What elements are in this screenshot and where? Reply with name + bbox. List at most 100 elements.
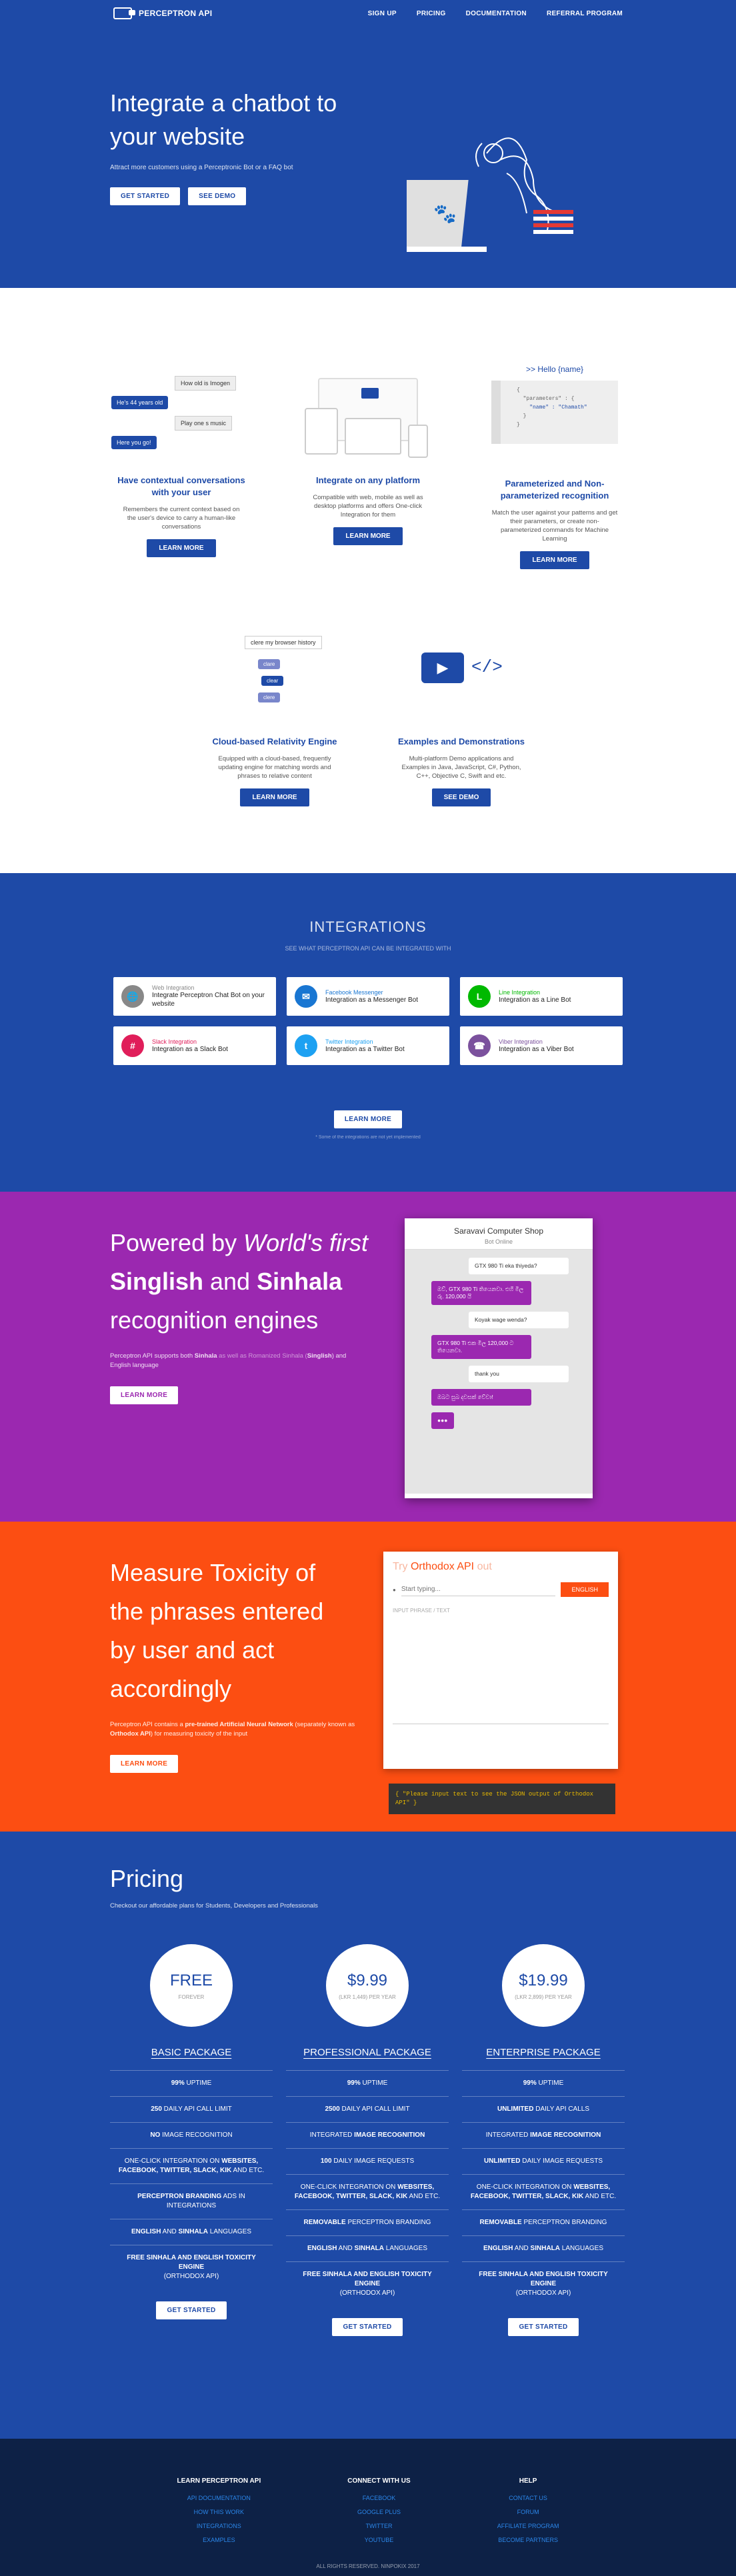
get-started-button[interactable]: GET STARTED xyxy=(332,2318,403,2336)
plan-0: FREE FOREVER BASIC PACKAGE 99% UPTIME 250 DA… xyxy=(110,1944,273,2336)
plan-price: FREE xyxy=(169,1971,213,1989)
integrations-section: INTEGRATIONS SEE WHAT PERCEPTRON API CAN… xyxy=(0,873,736,1192)
singlish-learn-more-button[interactable]: LEARN MORE xyxy=(110,1386,179,1404)
chat-answer-1: He's 44 years old xyxy=(111,396,169,409)
footer-link[interactable]: CONTACT US xyxy=(497,2491,559,2505)
learn-more-button[interactable]: LEARN MORE xyxy=(520,551,589,569)
price-circle: $9.99 (LKR 1,449) PER YEAR xyxy=(326,1944,409,2027)
copyright: ALL RIGHTS RESERVED. NINPOKIX 2017 xyxy=(316,2563,420,2569)
language-button[interactable]: ENGLISH xyxy=(561,1582,609,1597)
footer-link[interactable]: EXAMPLES xyxy=(177,2533,261,2547)
feature-desc: Remembers the current context based on t… xyxy=(123,506,240,531)
plan-feature: ONE-CLICK INTEGRATION ON WEBSITES, FACEB… xyxy=(110,2148,273,2183)
integration-card[interactable]: t Twitter Integration Integration as a Twi… xyxy=(287,1026,449,1065)
see-demo-button[interactable]: SEE DEMO xyxy=(431,788,491,806)
integration-name: Web Integration xyxy=(152,984,195,991)
integration-card[interactable]: ☎ Viber Integration Integration as a Viber… xyxy=(460,1026,623,1065)
phrase-textarea[interactable] xyxy=(393,1624,609,1724)
plan-feature: PERCEPTRON BRANDING ADS IN INTEGRATIONS xyxy=(110,2183,273,2219)
integration-desc: Integrate Perceptron Chat Bot on your we… xyxy=(152,992,265,1008)
plan-feature: 99% UPTIME xyxy=(462,2070,625,2096)
footer-link[interactable]: YOUTUBE xyxy=(347,2533,410,2547)
get-started-button[interactable]: GET STARTED xyxy=(110,187,181,205)
footer-col: LEARN PERCEPTRON API API DOCUMENTATION HOW… xyxy=(177,2477,261,2547)
integration-name: Slack Integration xyxy=(152,1038,197,1045)
footer-columns: LEARN PERCEPTRON API API DOCUMENTATION HOW… xyxy=(0,2477,736,2547)
price-circle: FREE FOREVER xyxy=(150,1944,233,2027)
typing-indicator: ●●● xyxy=(431,1412,454,1429)
feature-desc: Multi-platform Demo applications and Exa… xyxy=(401,755,521,780)
integrations-learn-more-button[interactable]: LEARN MORE xyxy=(333,1110,403,1128)
plan-feature: INTEGRATED IMAGE RECOGNITION xyxy=(286,2122,449,2148)
integrations-note: * Some of the integrations are not yet i… xyxy=(315,1135,421,1140)
integration-card[interactable]: ✉ Facebook Messenger Integration as a Mess… xyxy=(287,977,449,1016)
pricing-plans: FREE FOREVER BASIC PACKAGE 99% UPTIME 250 DA… xyxy=(110,1944,736,2336)
plan-feature: FREE SINHALA AND ENGLISH TOXICITY ENGINE… xyxy=(462,2261,625,2306)
pricing-subtitle: Checkout our affordable plans for Studen… xyxy=(110,1902,318,1910)
footer-link[interactable]: GOOGLE PLUS xyxy=(347,2505,410,2519)
pricing-section: Pricing Checkout our affordable plans fo… xyxy=(0,1832,736,2439)
footer-link[interactable]: FACEBOOK xyxy=(347,2491,410,2505)
try-orthodox-panel: Try Orthodox API out ● ENGLISH INPUT PHR… xyxy=(383,1552,618,1769)
bot-message: ඔබට සුබ දවසක් වේවා! xyxy=(431,1389,531,1406)
get-started-button[interactable]: GET STARTED xyxy=(508,2318,579,2336)
nav-pricing[interactable]: PRICING xyxy=(417,10,446,17)
integration-card[interactable]: L Line Integration Integration as a Line B… xyxy=(460,977,623,1016)
feature-title: Cloud-based Relativity Engine xyxy=(212,736,337,746)
nav-referral[interactable]: REFERRAL PROGRAM xyxy=(547,10,623,17)
integration-desc: Integration as a Messenger Bot xyxy=(325,996,418,1004)
feature-title: Have contextual conversations with your … xyxy=(117,475,245,497)
nav-signup[interactable]: SIGN UP xyxy=(368,10,397,17)
see-demo-button[interactable]: SEE DEMO xyxy=(188,187,247,205)
plan-period: (LKR 2,899) PER YEAR xyxy=(515,1993,572,2000)
integration-card[interactable]: 🌐 Web Integration Integrate Perceptron Cha… xyxy=(113,977,276,1016)
chat-phone-mockup: Saravavi Computer Shop Bot Online GTX 980… xyxy=(405,1218,593,1498)
get-started-button[interactable]: GET STARTED xyxy=(156,2301,227,2319)
plan-2: $19.99 (LKR 2,899) PER YEAR ENTERPRISE PAC… xyxy=(462,1944,625,2336)
integrations-title: INTEGRATIONS xyxy=(309,918,427,935)
toxicity-learn-more-button[interactable]: LEARN MORE xyxy=(110,1755,179,1773)
plan-feature: ENGLISH AND SINHALA LANGUAGES xyxy=(462,2235,625,2261)
nav-links: SIGN UP PRICING DOCUMENTATION REFERRAL P… xyxy=(368,10,623,17)
plan-1: $9.99 (LKR 1,449) PER YEAR PROFESSIONAL PA… xyxy=(286,1944,449,2336)
pricing-title: Pricing xyxy=(110,1865,184,1892)
footer-link[interactable]: HOW THIS WORK xyxy=(177,2505,261,2519)
footer-col-title: CONNECT WITH US xyxy=(347,2477,411,2485)
footer-link[interactable]: API DOCUMENTATION xyxy=(177,2491,261,2505)
shop-name: Saravavi Computer Shop xyxy=(453,1226,544,1236)
learn-more-button[interactable]: LEARN MORE xyxy=(147,539,216,557)
play-icon[interactable]: ▶ xyxy=(421,652,464,683)
json-output: { "Please input text to see the JSON out… xyxy=(389,1784,615,1814)
plan-feature: 100 DAILY IMAGE REQUESTS xyxy=(286,2148,449,2174)
plan-period: FOREVER xyxy=(178,1993,205,2000)
footer-link[interactable]: BECOME PARTNERS xyxy=(497,2533,559,2547)
integration-name: Viber Integration xyxy=(499,1038,543,1045)
plan-period: (LKR 1,449) PER YEAR xyxy=(339,1993,396,2000)
price-circle: $19.99 (LKR 2,899) PER YEAR xyxy=(502,1944,585,2027)
relativity-illustration: clere my browser history clare clear cle… xyxy=(205,623,345,729)
plan-feature: FREE SINHALA AND ENGLISH TOXICITY ENGINE… xyxy=(286,2261,449,2306)
code-block: { "parameters" : { "name" : "Chamath" }} xyxy=(491,381,618,444)
twitter-icon: t xyxy=(295,1034,317,1057)
brand-name: PERCEPTRON API xyxy=(139,9,213,18)
feature-relativity: clere my browser history clare clear cle… xyxy=(205,623,345,806)
plan-feature: 2500 DAILY API CALL LIMIT xyxy=(286,2096,449,2122)
plan-feature: ENGLISH AND SINHALA LANGUAGES xyxy=(286,2235,449,2261)
footer-link[interactable]: FORUM xyxy=(497,2505,559,2519)
plan-name: BASIC PACKAGE xyxy=(151,2047,232,2058)
integration-card[interactable]: # Slack Integration Integration as a Slack… xyxy=(113,1026,276,1065)
phrase-input[interactable] xyxy=(401,1583,556,1596)
plan-feature: 250 DAILY API CALL LIMIT xyxy=(110,2096,273,2122)
bot-message: ඔව්, GTX 980 Ti තියෙනවා. එහි මිල රු. 120… xyxy=(431,1281,531,1305)
nav-documentation[interactable]: DOCUMENTATION xyxy=(466,10,527,17)
brand[interactable]: PERCEPTRON API xyxy=(113,7,212,19)
code-icon: </> xyxy=(471,657,503,677)
integration-name: Line Integration xyxy=(499,988,541,996)
hero-section: PERCEPTRON API SIGN UP PRICING DOCUMENTA… xyxy=(0,0,736,288)
integration-desc: Integration as a Slack Bot xyxy=(152,1045,228,1053)
chat-illustration: How old is Imogen He's 44 years old Play… xyxy=(111,361,251,468)
plan-feature: INTEGRATED IMAGE RECOGNITION xyxy=(462,2122,625,2148)
learn-more-button[interactable]: LEARN MORE xyxy=(333,527,403,545)
learn-more-button[interactable]: LEARN MORE xyxy=(240,788,309,806)
user-message: GTX 980 Ti eka thiyeda? xyxy=(469,1258,569,1274)
